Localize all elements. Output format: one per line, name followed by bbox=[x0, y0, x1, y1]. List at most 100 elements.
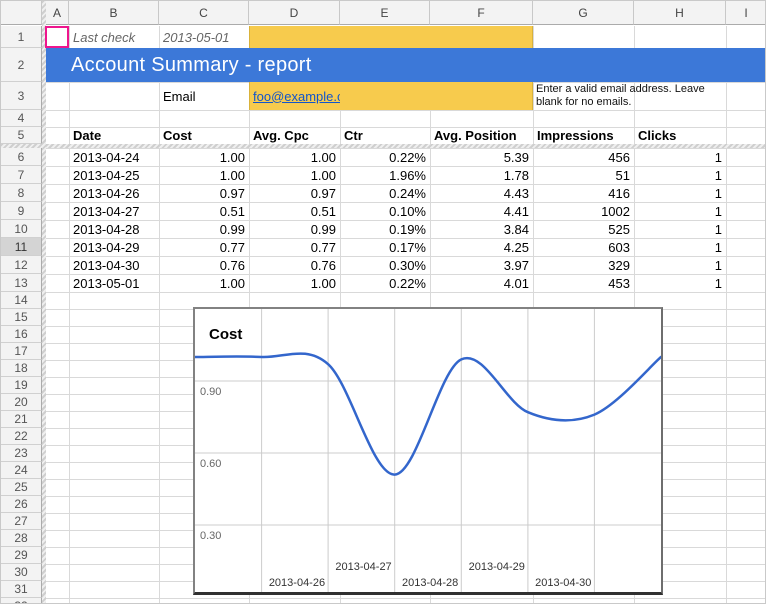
table-cell[interactable]: 2013-04-26 bbox=[69, 184, 159, 202]
table-cell[interactable]: 525 bbox=[533, 220, 634, 238]
table-cell[interactable]: 416 bbox=[533, 184, 634, 202]
table-cell[interactable]: 0.10% bbox=[340, 202, 430, 220]
table-cell[interactable]: 0.22% bbox=[340, 148, 430, 166]
table-header-avg-cpc[interactable]: Avg. Cpc bbox=[249, 127, 340, 144]
table-cell[interactable]: 0.77 bbox=[249, 238, 340, 256]
row-header-5[interactable]: 5 bbox=[1, 127, 42, 144]
row-header-21[interactable]: 21 bbox=[1, 411, 42, 428]
row-header-23[interactable]: 23 bbox=[1, 445, 42, 462]
table-cell[interactable]: 0.51 bbox=[249, 202, 340, 220]
column-header-H[interactable]: H bbox=[634, 1, 726, 25]
table-cell[interactable]: 0.24% bbox=[340, 184, 430, 202]
table-cell[interactable]: 1.00 bbox=[249, 274, 340, 292]
table-cell[interactable]: 0.76 bbox=[249, 256, 340, 274]
table-header-cost[interactable]: Cost bbox=[159, 127, 249, 144]
table-cell[interactable]: 1.78 bbox=[430, 166, 533, 184]
email-link[interactable]: foo@example.com bbox=[253, 89, 340, 104]
row-header-29[interactable]: 29 bbox=[1, 547, 42, 564]
table-cell[interactable]: 1002 bbox=[533, 202, 634, 220]
row-header-22[interactable]: 22 bbox=[1, 428, 42, 445]
table-cell[interactable]: 4.41 bbox=[430, 202, 533, 220]
row-header-18[interactable]: 18 bbox=[1, 360, 42, 377]
table-cell[interactable]: 603 bbox=[533, 238, 634, 256]
row-header-30[interactable]: 30 bbox=[1, 564, 42, 581]
table-cell[interactable]: 1 bbox=[634, 202, 726, 220]
email-cell[interactable]: foo@example.com bbox=[249, 82, 340, 110]
table-cell[interactable]: 1 bbox=[634, 274, 726, 292]
row-header-13[interactable]: 13 bbox=[1, 274, 42, 292]
row-header-9[interactable]: 9 bbox=[1, 202, 42, 220]
column-header-C[interactable]: C bbox=[159, 1, 249, 25]
row-header-25[interactable]: 25 bbox=[1, 479, 42, 496]
table-cell[interactable]: 5.39 bbox=[430, 148, 533, 166]
table-cell[interactable]: 329 bbox=[533, 256, 634, 274]
table-cell[interactable]: 0.22% bbox=[340, 274, 430, 292]
table-cell[interactable]: 0.30% bbox=[340, 256, 430, 274]
table-cell[interactable]: 0.97 bbox=[159, 184, 249, 202]
row-header-12[interactable]: 12 bbox=[1, 256, 42, 274]
table-cell[interactable]: 1 bbox=[634, 184, 726, 202]
table-cell[interactable]: 2013-04-28 bbox=[69, 220, 159, 238]
table-cell[interactable]: 4.43 bbox=[430, 184, 533, 202]
row-header-8[interactable]: 8 bbox=[1, 184, 42, 202]
row-header-2[interactable]: 2 bbox=[1, 48, 42, 82]
table-header-clicks[interactable]: Clicks bbox=[634, 127, 726, 144]
row-header-1[interactable]: 1 bbox=[1, 26, 42, 48]
table-cell[interactable]: 0.99 bbox=[249, 220, 340, 238]
table-cell[interactable]: 51 bbox=[533, 166, 634, 184]
last-check-date[interactable]: 2013-05-01 bbox=[159, 26, 249, 48]
row-header-7[interactable]: 7 bbox=[1, 166, 42, 184]
table-cell[interactable]: 0.99 bbox=[159, 220, 249, 238]
table-cell[interactable]: 0.19% bbox=[340, 220, 430, 238]
table-cell[interactable]: 1 bbox=[634, 166, 726, 184]
table-cell[interactable]: 2013-04-27 bbox=[69, 202, 159, 220]
table-cell[interactable]: 1.96% bbox=[340, 166, 430, 184]
banner-title-cell[interactable]: Account Summary - report bbox=[46, 48, 766, 82]
row-header-3[interactable]: 3 bbox=[1, 82, 42, 110]
select-all-corner[interactable] bbox=[1, 1, 42, 25]
row-header-11[interactable]: 11 bbox=[1, 238, 42, 256]
frozen-columns-divider[interactable] bbox=[42, 1, 46, 604]
table-header-date[interactable]: Date bbox=[69, 127, 159, 144]
row-header-32[interactable]: 32 bbox=[1, 598, 42, 604]
column-header-I[interactable]: I bbox=[726, 1, 766, 25]
row-header-24[interactable]: 24 bbox=[1, 462, 42, 479]
table-cell[interactable]: 1.00 bbox=[249, 148, 340, 166]
table-header-ctr[interactable]: Ctr bbox=[340, 127, 430, 144]
table-cell[interactable]: 456 bbox=[533, 148, 634, 166]
last-check-label[interactable]: Last check bbox=[69, 26, 159, 48]
table-cell[interactable]: 1 bbox=[634, 220, 726, 238]
table-cell[interactable]: 4.25 bbox=[430, 238, 533, 256]
table-cell[interactable]: 453 bbox=[533, 274, 634, 292]
table-cell[interactable]: 0.76 bbox=[159, 256, 249, 274]
table-cell[interactable]: 4.01 bbox=[430, 274, 533, 292]
column-header-D[interactable]: D bbox=[249, 1, 340, 25]
row-header-31[interactable]: 31 bbox=[1, 581, 42, 598]
table-cell[interactable]: 0.17% bbox=[340, 238, 430, 256]
row-header-27[interactable]: 27 bbox=[1, 513, 42, 530]
row-header-16[interactable]: 16 bbox=[1, 326, 42, 343]
highlight-range-D1-F1[interactable] bbox=[249, 26, 533, 48]
row-header-4[interactable]: 4 bbox=[1, 110, 42, 127]
table-cell[interactable]: 1 bbox=[634, 256, 726, 274]
row-header-20[interactable]: 20 bbox=[1, 394, 42, 411]
column-header-F[interactable]: F bbox=[430, 1, 533, 25]
email-label[interactable]: Email bbox=[159, 82, 249, 110]
row-header-17[interactable]: 17 bbox=[1, 343, 42, 360]
table-header-impressions[interactable]: Impressions bbox=[533, 127, 634, 144]
table-cell[interactable]: 2013-04-29 bbox=[69, 238, 159, 256]
table-cell[interactable]: 0.97 bbox=[249, 184, 340, 202]
row-header-15[interactable]: 15 bbox=[1, 309, 42, 326]
row-header-28[interactable]: 28 bbox=[1, 530, 42, 547]
table-cell[interactable]: 1 bbox=[634, 148, 726, 166]
row-header-26[interactable]: 26 bbox=[1, 496, 42, 513]
embedded-cost-chart[interactable]: 0.300.600.902013-04-262013-04-272013-04-… bbox=[193, 307, 663, 595]
table-cell[interactable]: 2013-05-01 bbox=[69, 274, 159, 292]
table-cell[interactable]: 1.00 bbox=[159, 274, 249, 292]
table-cell[interactable]: 3.84 bbox=[430, 220, 533, 238]
table-cell[interactable]: 1.00 bbox=[249, 166, 340, 184]
table-header-avg-position[interactable]: Avg. Position bbox=[430, 127, 533, 144]
table-cell[interactable]: 3.97 bbox=[430, 256, 533, 274]
column-header-G[interactable]: G bbox=[533, 1, 634, 25]
column-header-E[interactable]: E bbox=[340, 1, 430, 25]
